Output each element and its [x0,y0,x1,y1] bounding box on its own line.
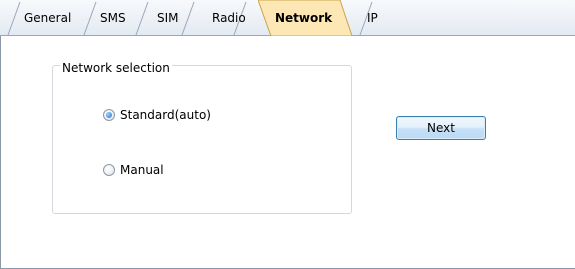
tab-sms[interactable]: SMS [88,0,148,35]
tab-ip-label: IP [367,10,378,25]
tab-ip[interactable]: IP [357,0,407,35]
radio-unselected-icon [103,164,115,176]
tab-general-label: General [24,10,72,25]
tab-list: General SMS SIM Radio Network IP [0,0,407,36]
tab-sms-label: SMS [100,10,126,25]
tab-network[interactable]: Network [258,0,357,36]
tab-sim-label: SIM [157,10,179,25]
tab-general[interactable]: General [0,0,88,35]
radio-standard-auto-label: Standard(auto) [120,108,211,122]
tab-strip: General SMS SIM Radio Network IP [0,0,575,36]
tab-network-label: Network [275,10,333,25]
radio-manual[interactable]: Manual [103,163,164,177]
radio-manual-label: Manual [120,163,164,177]
radio-selected-icon [103,109,115,121]
next-button[interactable]: Next [396,116,486,140]
tab-radio-label: Radio [212,10,246,25]
tab-sim[interactable]: SIM [148,0,201,35]
network-selection-group [52,65,352,214]
tab-radio[interactable]: Radio [201,0,264,35]
radio-standard-auto[interactable]: Standard(auto) [103,108,211,122]
network-selection-legend: Network selection [60,61,172,75]
